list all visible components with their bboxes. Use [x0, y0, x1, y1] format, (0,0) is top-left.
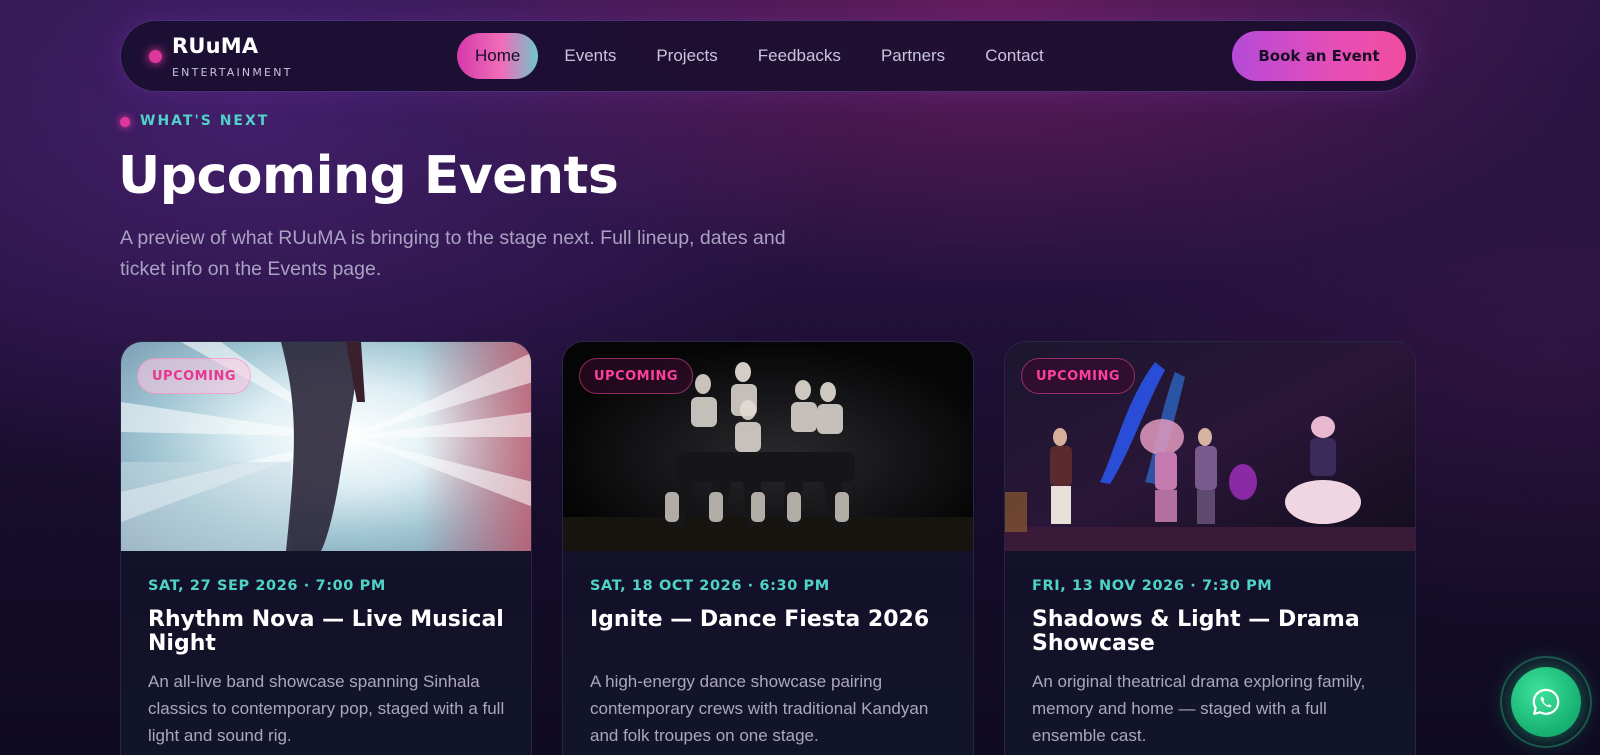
status-badge: UPCOMING: [579, 358, 693, 394]
status-badge: UPCOMING: [1021, 358, 1135, 394]
event-card[interactable]: UPCOMING FRI, 13 NOV 2026 · 7:30 PM Shad…: [1004, 341, 1416, 755]
event-description: An original theatrical drama exploring f…: [1032, 672, 1366, 745]
event-title[interactable]: Shadows & Light — Drama Showcase: [1032, 608, 1402, 656]
event-date: SAT, 27 SEP 2026 · 7:00 PM: [148, 578, 386, 594]
section-title: Upcoming Events: [118, 146, 619, 206]
eyebrow-dot: [120, 117, 130, 127]
whatsapp-button[interactable]: [1511, 667, 1581, 737]
navbar: RUuMA ENTERTAINMENT Home Events Projects…: [120, 20, 1417, 92]
section-lead: A preview of what RUuMA is bringing to t…: [120, 227, 786, 280]
event-date: FRI, 13 NOV 2026 · 7:30 PM: [1032, 578, 1273, 594]
nav-item-projects[interactable]: Projects: [636, 33, 737, 79]
event-description: A high-energy dance showcase pairing con…: [590, 672, 929, 745]
nav-links: Home Events Projects Feedbacks Partners …: [457, 33, 1064, 79]
event-card[interactable]: UPCOMING SAT, 18 OCT 2026 · 6:30 PM Igni…: [562, 341, 974, 755]
nav-item-feedbacks[interactable]: Feedbacks: [738, 33, 861, 79]
logo-dot: [149, 50, 162, 63]
section-eyebrow: WHAT'S NEXT: [140, 113, 270, 129]
event-title[interactable]: Rhythm Nova — Live Musical Night: [148, 608, 518, 656]
event-card[interactable]: UPCOMING SAT, 27 SEP 2026 · 7:00 PM Rhyt…: [120, 341, 532, 755]
event-title[interactable]: Ignite — Dance Fiesta 2026: [590, 608, 960, 632]
nav-item-events[interactable]: Events: [544, 33, 636, 79]
brand-name[interactable]: RUuMA: [172, 34, 258, 58]
brand-tagline: ENTERTAINMENT: [172, 66, 293, 79]
nav-item-partners[interactable]: Partners: [861, 33, 965, 79]
event-date: SAT, 18 OCT 2026 · 6:30 PM: [590, 578, 830, 594]
status-badge: UPCOMING: [137, 358, 251, 394]
nav-item-home[interactable]: Home: [457, 33, 539, 79]
event-description: An all-live band showcase spanning Sinha…: [148, 672, 505, 745]
nav-item-contact[interactable]: Contact: [965, 33, 1064, 79]
whatsapp-icon: [1532, 688, 1560, 715]
book-event-button[interactable]: Book an Event: [1232, 31, 1406, 81]
